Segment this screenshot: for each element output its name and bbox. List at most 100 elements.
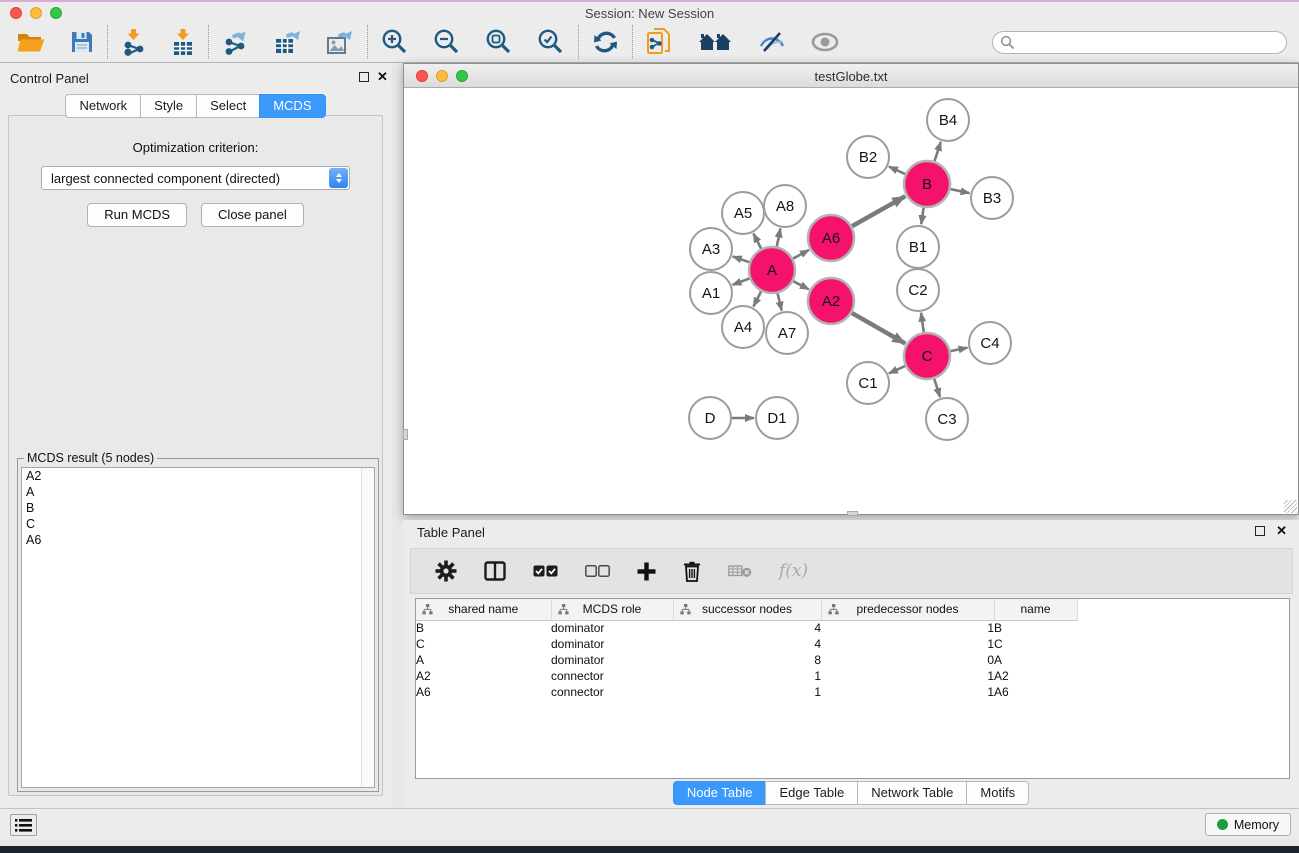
result-item[interactable]: A <box>22 484 374 500</box>
graph-node-A1[interactable]: A1 <box>690 272 732 314</box>
graph-node-C2[interactable]: C2 <box>897 269 939 311</box>
table-row[interactable]: A6connector11A6 <box>416 684 1077 700</box>
home-icon[interactable] <box>698 30 734 54</box>
run-mcds-button[interactable]: Run MCDS <box>87 203 187 227</box>
settings-gear-icon[interactable] <box>435 560 457 582</box>
zoom-selected-icon[interactable] <box>537 28 565 56</box>
zoom-fit-icon[interactable] <box>485 28 513 56</box>
float-table-panel-icon[interactable] <box>1255 526 1265 536</box>
graph-edge[interactable] <box>753 233 761 248</box>
graph-edge[interactable] <box>753 291 761 306</box>
graph-node-A6[interactable]: A6 <box>808 215 854 261</box>
window-edge-grip[interactable] <box>403 429 408 440</box>
graph-node-B4[interactable]: B4 <box>927 99 969 141</box>
graph-node-B3[interactable]: B3 <box>971 177 1013 219</box>
graph-node-A[interactable]: A <box>749 247 795 293</box>
graph-node-D[interactable]: D <box>689 397 731 439</box>
mcds-result-list[interactable]: A2ABCA6 <box>21 467 375 788</box>
deselect-all-checks-icon[interactable] <box>585 565 610 577</box>
window-edge-grip[interactable] <box>847 511 858 516</box>
table-row[interactable]: A2connector11A2 <box>416 668 1077 684</box>
task-history-button[interactable] <box>10 814 37 836</box>
tab-style[interactable]: Style <box>140 94 197 118</box>
graph-node-A2[interactable]: A2 <box>808 278 854 324</box>
import-table-icon[interactable] <box>171 29 195 56</box>
result-scrollbar[interactable] <box>361 468 374 787</box>
function-builder-icon[interactable]: f(x) <box>779 561 808 581</box>
close-panel-button[interactable]: Close panel <box>201 203 304 227</box>
graph-edge[interactable] <box>889 366 905 373</box>
graph-edge[interactable] <box>733 278 750 284</box>
export-table-icon[interactable] <box>274 29 302 55</box>
export-network-icon[interactable] <box>222 29 250 55</box>
graph-edge[interactable] <box>951 348 968 352</box>
columns-icon[interactable] <box>484 561 506 581</box>
graph-edge[interactable] <box>950 189 969 193</box>
column-header-mcds-role[interactable]: MCDS role <box>551 599 673 620</box>
graph-edge[interactable] <box>921 208 923 224</box>
graph-edge[interactable] <box>934 379 940 397</box>
result-item[interactable]: B <box>22 500 374 516</box>
close-panel-icon[interactable]: ✕ <box>377 69 388 85</box>
tab-motifs[interactable]: Motifs <box>966 781 1029 805</box>
graph-edge[interactable] <box>852 196 905 226</box>
graph-node-A7[interactable]: A7 <box>766 312 808 354</box>
zoom-in-icon[interactable] <box>381 28 409 56</box>
network-graph[interactable]: B4B2BB3B1A5A8A3AA1A4A7A6A2C2CC4C1C3DD1 <box>405 89 1297 513</box>
graph-node-B1[interactable]: B1 <box>897 226 939 268</box>
network-canvas[interactable]: B4B2BB3B1A5A8A3AA1A4A7A6A2C2CC4C1C3DD1 <box>405 89 1297 513</box>
window-resize-grip[interactable] <box>1284 500 1297 513</box>
graph-edge[interactable] <box>852 313 905 344</box>
graph-node-A8[interactable]: A8 <box>764 185 806 227</box>
table-row[interactable]: Cdominator41C <box>416 636 1077 652</box>
graph-edge[interactable] <box>793 250 809 259</box>
result-item[interactable]: A2 <box>22 468 374 484</box>
import-network-icon[interactable] <box>121 29 147 56</box>
tab-network[interactable]: Network <box>65 94 141 118</box>
graph-node-B[interactable]: B <box>904 161 950 207</box>
hide-graphics-details-icon[interactable] <box>758 30 786 54</box>
graph-edge[interactable] <box>777 229 781 247</box>
memory-button[interactable]: Memory <box>1205 813 1291 836</box>
network-overview-icon[interactable] <box>646 27 674 57</box>
graph-node-B2[interactable]: B2 <box>847 136 889 178</box>
column-header-shared-name[interactable]: shared name <box>416 599 551 620</box>
graph-edge[interactable] <box>934 142 940 161</box>
graph-node-A3[interactable]: A3 <box>690 228 732 270</box>
export-image-icon[interactable] <box>326 29 354 55</box>
delete-table-icon[interactable] <box>728 564 752 578</box>
graph-node-A4[interactable]: A4 <box>722 306 764 348</box>
tab-node-table[interactable]: Node Table <box>673 781 767 805</box>
save-session-icon[interactable] <box>70 30 94 54</box>
tab-select[interactable]: Select <box>196 94 260 118</box>
graph-edge[interactable] <box>733 256 750 262</box>
float-panel-icon[interactable] <box>359 72 369 82</box>
graph-edge[interactable] <box>921 313 924 332</box>
tab-network-table[interactable]: Network Table <box>857 781 967 805</box>
graph-edge[interactable] <box>793 281 809 289</box>
table-row[interactable]: Bdominator41B <box>416 620 1077 636</box>
refresh-icon[interactable] <box>592 29 619 55</box>
graph-edge[interactable] <box>778 293 782 310</box>
open-session-icon[interactable] <box>16 30 46 54</box>
add-row-icon[interactable] <box>637 562 656 581</box>
close-table-panel-icon[interactable]: ✕ <box>1276 523 1287 539</box>
column-header-predecessor-nodes[interactable]: predecessor nodes <box>821 599 994 620</box>
result-item[interactable]: C <box>22 516 374 532</box>
node-table[interactable]: shared name MCDS role successor nodes pr… <box>415 598 1290 779</box>
delete-row-icon[interactable] <box>683 561 701 582</box>
table-row[interactable]: Adominator80A <box>416 652 1077 668</box>
tab-edge-table[interactable]: Edge Table <box>765 781 858 805</box>
graph-node-C1[interactable]: C1 <box>847 362 889 404</box>
graph-node-D1[interactable]: D1 <box>756 397 798 439</box>
graph-node-C3[interactable]: C3 <box>926 398 968 440</box>
graph-node-A5[interactable]: A5 <box>722 192 764 234</box>
search-input[interactable] <box>992 31 1287 54</box>
optimization-criterion-select[interactable]: largest connected component (directed) <box>41 166 350 190</box>
show-graphics-details-icon[interactable] <box>810 31 840 53</box>
column-header-name[interactable]: name <box>994 599 1077 620</box>
tab-mcds[interactable]: MCDS <box>259 94 325 118</box>
graph-edge[interactable] <box>889 167 905 174</box>
column-header-successor-nodes[interactable]: successor nodes <box>673 599 821 620</box>
graph-node-C[interactable]: C <box>904 333 950 379</box>
